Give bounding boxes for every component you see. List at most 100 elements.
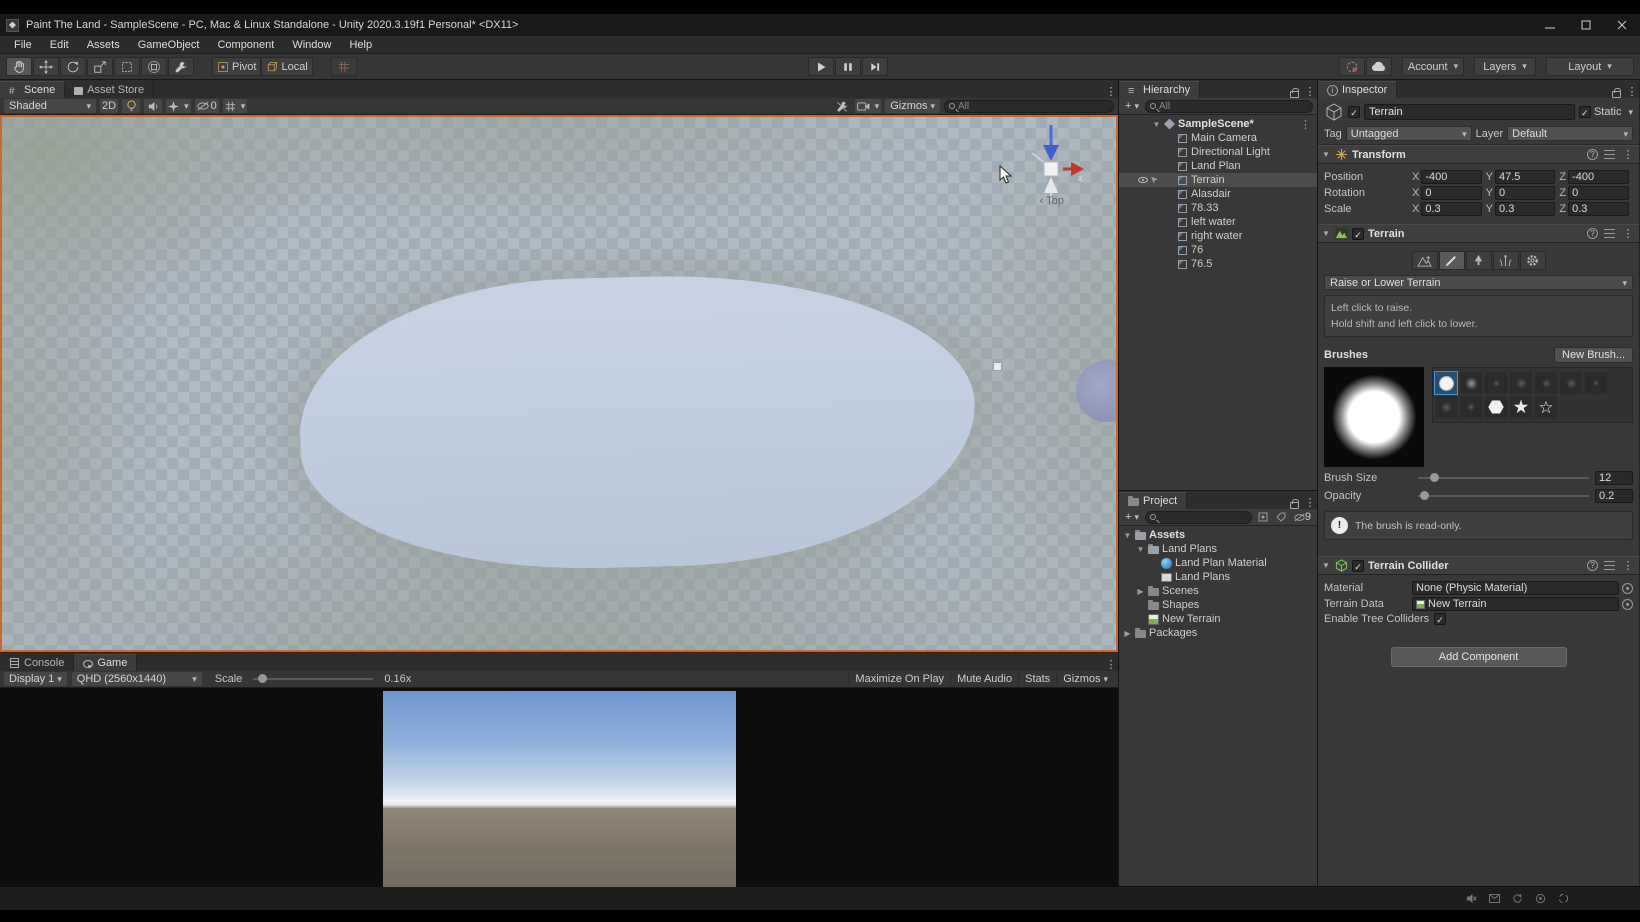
hierarchy-item[interactable]: Main Camera bbox=[1119, 131, 1317, 145]
brush-star-icon[interactable]: ☆ bbox=[1535, 396, 1557, 418]
help-icon[interactable]: ? bbox=[1587, 149, 1598, 160]
x-value-field[interactable]: 0 bbox=[1421, 186, 1481, 200]
paint-mode-dropdown[interactable]: Raise or Lower Terrain bbox=[1324, 275, 1633, 290]
project-create-button[interactable]: + bbox=[1123, 511, 1141, 523]
grid-snapping-button[interactable] bbox=[331, 57, 357, 76]
paint-trees-button[interactable] bbox=[1466, 251, 1492, 270]
brush-noise-icon[interactable] bbox=[1510, 372, 1532, 394]
hierarchy-item[interactable]: 76.5 bbox=[1119, 257, 1317, 271]
scene-audio-icon[interactable] bbox=[144, 99, 162, 113]
project-item[interactable]: New Terrain bbox=[1119, 612, 1317, 626]
inspector-tab[interactable]: Inspector bbox=[1318, 81, 1397, 98]
create-neighbor-terrains-button[interactable] bbox=[1412, 251, 1438, 270]
paint-terrain-button[interactable] bbox=[1439, 251, 1465, 270]
foldout-arrow[interactable]: ▶ bbox=[1123, 629, 1132, 638]
scene-camera-dropdown[interactable] bbox=[855, 99, 882, 113]
terrain-component-header[interactable]: ▼ Terrain ? bbox=[1318, 224, 1639, 243]
scale-tool-button[interactable] bbox=[87, 57, 113, 76]
local-toggle-button[interactable]: Local bbox=[261, 57, 312, 76]
hierarchy-item[interactable]: 78.33 bbox=[1119, 201, 1317, 215]
project-item[interactable]: Shapes bbox=[1119, 598, 1317, 612]
hierarchy-item[interactable]: 76 bbox=[1119, 243, 1317, 257]
object-picker-icon[interactable] bbox=[1622, 599, 1633, 610]
foldout-arrow[interactable]: ▼ bbox=[1322, 229, 1331, 238]
foldout-arrow[interactable]: ▼ bbox=[1152, 120, 1161, 129]
hierarchy-tab[interactable]: Hierarchy bbox=[1119, 81, 1200, 98]
y-value-field[interactable]: 0.3 bbox=[1495, 202, 1555, 216]
tag-dropdown[interactable]: Untagged bbox=[1346, 126, 1472, 141]
terrain-data-object-field[interactable]: New Terrain bbox=[1412, 597, 1619, 611]
progress-status-icon[interactable] bbox=[1557, 892, 1570, 905]
menu-item[interactable]: Assets bbox=[79, 37, 128, 53]
minimize-button[interactable] bbox=[1532, 14, 1568, 36]
y-value-field[interactable]: 0 bbox=[1495, 186, 1555, 200]
component-menu-icon[interactable] bbox=[1621, 559, 1635, 572]
brush-smudge-icon[interactable] bbox=[1460, 396, 1482, 418]
paint-details-button[interactable] bbox=[1493, 251, 1519, 270]
scene-panel-menu-icon[interactable] bbox=[1104, 85, 1118, 98]
game-panel-menu-icon[interactable] bbox=[1104, 658, 1118, 671]
x-value-field[interactable]: 0.3 bbox=[1421, 202, 1481, 216]
hierarchy-item[interactable]: left water bbox=[1119, 215, 1317, 229]
scene-search-field[interactable] bbox=[944, 100, 1114, 113]
hierarchy-search-field[interactable] bbox=[1145, 100, 1313, 113]
foldout-arrow[interactable]: ▼ bbox=[1123, 531, 1132, 540]
maximize-on-play-button[interactable]: Maximize On Play bbox=[848, 673, 950, 685]
custom-tool-button[interactable] bbox=[168, 57, 194, 76]
scene-viewport[interactable]: x ‹ Top bbox=[0, 115, 1118, 652]
foldout-arrow[interactable]: ▼ bbox=[1136, 545, 1145, 554]
scene-orientation-gizmo[interactable]: x bbox=[1018, 119, 1088, 205]
gameobject-cube-icon[interactable] bbox=[1324, 102, 1344, 122]
search-by-type-icon[interactable] bbox=[1256, 512, 1270, 522]
rotate-tool-button[interactable] bbox=[60, 57, 86, 76]
hierarchy-item[interactable]: Land Plan bbox=[1119, 159, 1317, 173]
project-item[interactable]: Land Plan Material bbox=[1119, 556, 1317, 570]
hidden-packages-toggle[interactable]: 9 bbox=[1292, 511, 1313, 523]
hierarchy-item[interactable]: Alasdair bbox=[1119, 187, 1317, 201]
project-item[interactable]: ▶ Scenes bbox=[1119, 584, 1317, 598]
scene-view-direction-label[interactable]: ‹ Top bbox=[1040, 195, 1064, 207]
material-object-field[interactable]: None (Physic Material) bbox=[1412, 581, 1619, 595]
display-dropdown[interactable]: Display 1 bbox=[4, 672, 67, 686]
scene-tools-icon[interactable] bbox=[834, 100, 851, 113]
lock-icon[interactable] bbox=[1290, 502, 1299, 509]
project-menu-icon[interactable] bbox=[1303, 496, 1317, 509]
project-item[interactable]: ▶ Packages bbox=[1119, 626, 1317, 640]
brush-hexagon-icon[interactable] bbox=[1485, 396, 1507, 418]
scene-effects-dropdown[interactable] bbox=[166, 99, 191, 113]
lock-icon[interactable] bbox=[1290, 91, 1299, 98]
hierarchy-menu-icon[interactable] bbox=[1303, 85, 1317, 98]
layers-dropdown[interactable]: Layers bbox=[1474, 57, 1536, 76]
cloud-icon[interactable] bbox=[1366, 57, 1392, 76]
game-dock-tab[interactable]: Console bbox=[0, 654, 74, 671]
brush-size-slider[interactable] bbox=[1418, 471, 1589, 485]
account-dropdown[interactable]: Account bbox=[1402, 57, 1464, 76]
enable-tree-colliders-checkbox[interactable] bbox=[1434, 613, 1446, 625]
help-icon[interactable]: ? bbox=[1587, 560, 1598, 571]
menu-item[interactable]: Window bbox=[284, 37, 339, 53]
message-status-icon[interactable] bbox=[1488, 892, 1501, 905]
play-button[interactable] bbox=[808, 57, 834, 76]
activity-status-icon[interactable] bbox=[1534, 892, 1547, 905]
gameobject-name-field[interactable]: Terrain bbox=[1364, 104, 1575, 120]
search-by-label-icon[interactable] bbox=[1274, 512, 1288, 522]
transform-tool-button[interactable] bbox=[141, 57, 167, 76]
brush-size-field[interactable]: 12 bbox=[1595, 471, 1633, 485]
pivot-toggle-button[interactable]: Pivot bbox=[212, 57, 261, 76]
preset-icon[interactable] bbox=[1604, 561, 1615, 570]
active-checkbox[interactable] bbox=[1348, 106, 1360, 118]
opacity-slider[interactable] bbox=[1418, 489, 1589, 503]
opacity-field[interactable]: 0.2 bbox=[1595, 489, 1633, 503]
layer-dropdown[interactable]: Default bbox=[1507, 126, 1633, 141]
menu-item[interactable]: GameObject bbox=[130, 37, 208, 53]
menu-item[interactable]: Edit bbox=[42, 37, 77, 53]
resolution-dropdown[interactable]: QHD (2560x1440) bbox=[72, 672, 202, 686]
terrain-settings-button[interactable] bbox=[1520, 251, 1546, 270]
pause-button[interactable] bbox=[835, 57, 861, 76]
scene-lighting-icon[interactable] bbox=[122, 99, 140, 113]
z-value-field[interactable]: -400 bbox=[1568, 170, 1629, 184]
project-tab[interactable]: Project bbox=[1119, 492, 1187, 509]
help-icon[interactable]: ? bbox=[1587, 228, 1598, 239]
inspector-menu-icon[interactable] bbox=[1625, 85, 1639, 98]
z-value-field[interactable]: 0 bbox=[1568, 186, 1629, 200]
